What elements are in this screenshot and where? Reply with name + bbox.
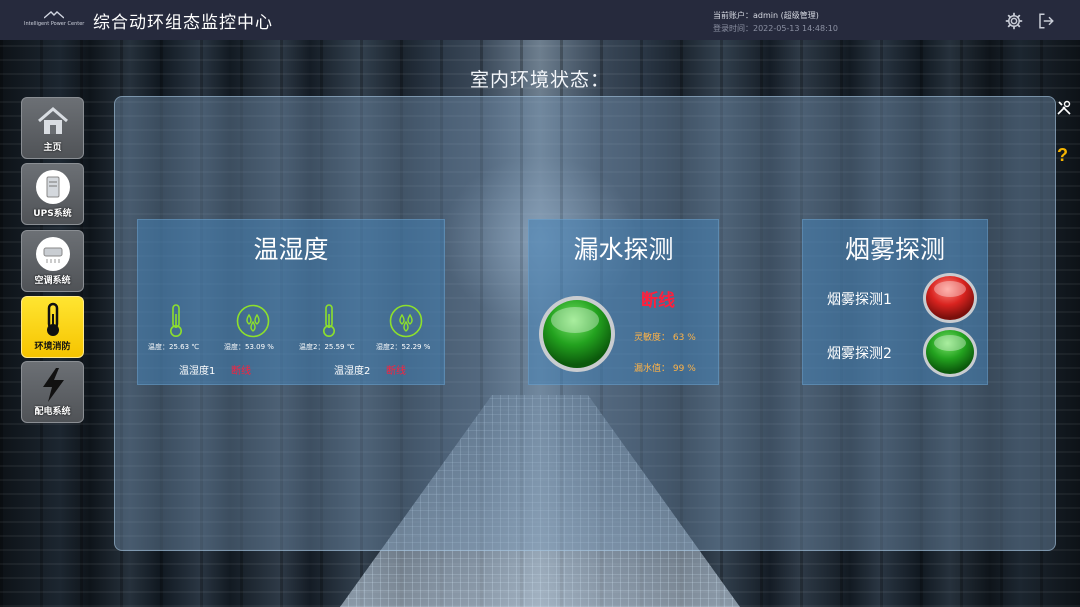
logout-icon[interactable] [1037, 12, 1055, 30]
current-account: 当前账户：admin (超级管理) [713, 11, 819, 20]
logo-mark-icon [44, 11, 64, 19]
card-title: 温湿度 [253, 235, 329, 264]
thermometer-icon [170, 304, 182, 337]
humidity-icon [236, 304, 270, 338]
humidity-reading: 湿度2：52.29 % [376, 343, 431, 351]
card-title: 烟雾探测 [844, 235, 945, 264]
leak-value-label: 漏水值： [634, 364, 671, 374]
sidebar-item-label: 配电系统 [34, 407, 71, 417]
lightning-icon [33, 366, 73, 404]
temperature-reading: 温度2：25.59 ℃ [299, 343, 355, 351]
sidebar-item-air-conditioner[interactable]: 空调系统 [21, 230, 84, 292]
air-conditioner-icon [33, 235, 73, 273]
help-icon[interactable]: ? [1057, 145, 1068, 166]
smoke-detector-2-indicator [923, 327, 977, 377]
smoke-detector-label: 烟雾探测2 [827, 346, 892, 362]
sensor-status: 断线 [231, 366, 251, 377]
sidebar-item-environment-fire[interactable]: 环境消防 [21, 296, 84, 358]
thermometer-icon [33, 301, 73, 339]
home-icon [33, 102, 73, 140]
sidebar-item-label: 环境消防 [34, 342, 71, 352]
login-time: 登录时间：2022-05-13 14:48:10 [713, 24, 838, 33]
leak-status-indicator [539, 296, 615, 372]
logo-text: Intelligent Power Center [24, 21, 85, 27]
sidebar-item-power-distribution[interactable]: 配电系统 [21, 361, 84, 423]
leak-value-row: 漏水值： 99 % [634, 361, 696, 374]
sidebar-item-home[interactable]: 主页 [21, 97, 84, 159]
top-header: Intelligent Power Center 综合动环组态监控中心 当前账户… [0, 0, 1080, 40]
section-title: 室内环境状态： [469, 69, 610, 91]
gear-icon[interactable] [1005, 12, 1023, 30]
sensor-name: 温湿度1 [179, 366, 216, 377]
user-info: 当前账户：admin (超级管理) 登录时间：2022-05-13 14:48:… [713, 9, 838, 35]
temperature-reading: 温度：25.63 ℃ [148, 343, 200, 351]
sensor-status: 断线 [386, 366, 406, 377]
ups-icon [33, 168, 73, 206]
sensitivity-row: 灵敏度： 63 % [634, 330, 696, 343]
humidity-reading: 湿度：53.09 % [224, 343, 274, 351]
smoke-detector-label: 烟雾探测1 [827, 292, 892, 308]
sidebar-item-label: UPS系统 [33, 209, 72, 219]
sidebar-item-label: 空调系统 [34, 276, 71, 286]
sidebar-item-label: 主页 [43, 143, 62, 153]
card-title: 漏水探测 [573, 235, 674, 264]
humidity-icon [389, 304, 423, 338]
sensor-name: 温湿度2 [334, 366, 371, 377]
thermometer-icon [323, 304, 335, 337]
temp-humidity-card: 温湿度 温度：25.63 ℃ 湿度：53.09 % 温湿度1 断线 温度2：25… [137, 219, 445, 385]
water-leak-card: 漏水探测 断线 灵敏度： 63 % 漏水值： 99 % [528, 219, 719, 385]
tools-icon[interactable] [1056, 100, 1072, 116]
sensitivity-label: 灵敏度： [634, 333, 671, 343]
smoke-detection-card: 烟雾探测 烟雾探测1 烟雾探测2 [802, 219, 988, 385]
smoke-detector-1-indicator [923, 273, 977, 323]
sidebar-item-ups[interactable]: UPS系统 [21, 163, 84, 225]
app-title: 综合动环组态监控中心 [93, 13, 273, 33]
leak-status: 断线 [641, 291, 675, 311]
leak-value: 99 % [672, 364, 696, 374]
brand-logo: Intelligent Power Center [24, 8, 84, 32]
sensitivity-value: 63 % [672, 333, 696, 343]
